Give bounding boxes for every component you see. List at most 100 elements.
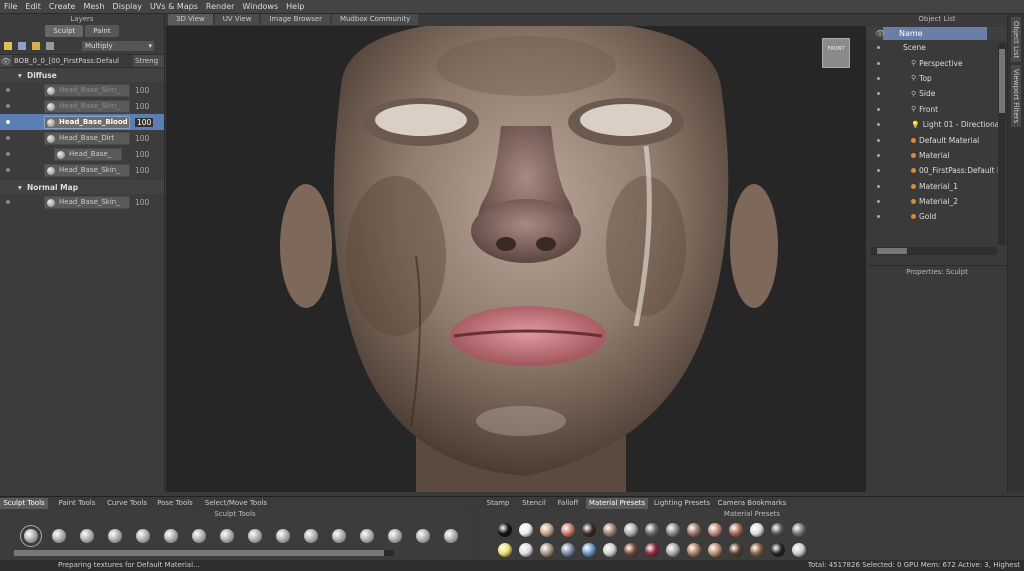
material-preset-swatch[interactable] (687, 543, 701, 557)
tab-image-browser[interactable]: Image Browser (261, 14, 330, 25)
sculpt-tool-icon[interactable] (360, 529, 374, 543)
material-preset-swatch[interactable] (729, 543, 743, 557)
menu-mesh[interactable]: Mesh (83, 2, 104, 11)
tab-3d-view[interactable]: 3D View (168, 14, 213, 25)
eye-icon[interactable]: 👁 (875, 29, 885, 38)
object-item[interactable]: Gold (867, 209, 1007, 224)
tab-select-move-tools[interactable]: Select/Move Tools (200, 498, 272, 509)
material-preset-swatch[interactable] (519, 543, 533, 557)
layer-row-selected[interactable]: Head_Base_Blood 100 (0, 114, 164, 130)
layer-strength[interactable]: 100 (135, 86, 149, 95)
name-column-header[interactable]: Name (883, 27, 987, 40)
menu-windows[interactable]: Windows (242, 2, 278, 11)
group-diffuse[interactable]: ▾ Diffuse (0, 68, 164, 82)
material-preset-swatch[interactable] (666, 543, 680, 557)
material-preset-swatch[interactable] (519, 523, 533, 537)
layer-row[interactable]: Head_Base_Dirt 100 (0, 130, 164, 146)
layer-strength[interactable]: 100 (135, 198, 149, 207)
sculpt-tool-icon[interactable] (304, 529, 318, 543)
material-preset-swatch[interactable] (498, 543, 512, 557)
material-preset-swatch[interactable] (792, 523, 806, 537)
layer-strength[interactable]: 100 (135, 150, 149, 159)
material-preset-swatch[interactable] (708, 543, 722, 557)
material-preset-swatch[interactable] (645, 523, 659, 537)
tab-sculpt-tools[interactable]: Sculpt Tools (0, 498, 48, 509)
object-item[interactable]: Scene (867, 40, 1007, 55)
menu-uvs-maps[interactable]: UVs & Maps (150, 2, 198, 11)
sculpt-tool-icon[interactable] (80, 529, 94, 543)
tab-uv-view[interactable]: UV View (214, 14, 260, 25)
tab-stencil[interactable]: Stencil (516, 498, 552, 509)
layer-strength[interactable]: 100 (135, 166, 149, 175)
material-preset-swatch[interactable] (603, 523, 617, 537)
layer-strength[interactable]: 100 (135, 117, 154, 127)
side-tab-object-list[interactable]: Object List (1011, 17, 1021, 63)
paint-layer-name[interactable]: BOB_0_0_[00_FirstPass:Defaul (12, 55, 133, 67)
object-item[interactable]: ⚲ Top (867, 71, 1007, 86)
object-list-hscrollbar[interactable] (871, 247, 997, 255)
blend-mode-dropdown[interactable]: Multiply (82, 41, 154, 51)
material-preset-swatch[interactable] (540, 543, 554, 557)
sculpt-tool-icon[interactable] (220, 529, 234, 543)
layer-row[interactable]: Head_Base_Skin_ 100 (0, 82, 164, 98)
sculpt-tool-icon[interactable] (248, 529, 262, 543)
layer-row[interactable]: Head_Base_ 100 (0, 146, 164, 162)
sculpt-tool-icon[interactable] (20, 525, 42, 547)
material-preset-swatch[interactable] (498, 523, 512, 537)
material-preset-swatch[interactable] (582, 523, 596, 537)
material-preset-swatch[interactable] (540, 523, 554, 537)
material-preset-swatch[interactable] (603, 543, 617, 557)
layer-row[interactable]: Head_Base_Skin_ 100 (0, 162, 164, 178)
material-preset-swatch[interactable] (666, 523, 680, 537)
layer-row[interactable]: Head_Base_Skin_ 100 (0, 194, 164, 210)
object-list-scrollbar[interactable] (998, 43, 1006, 245)
new-layer-icon[interactable] (4, 42, 12, 50)
tab-paint[interactable]: Paint (85, 25, 119, 37)
sculpt-tool-icon[interactable] (276, 529, 290, 543)
material-preset-swatch[interactable] (582, 543, 596, 557)
3d-viewport[interactable]: FRONT (166, 26, 866, 492)
duplicate-layer-icon[interactable] (18, 42, 26, 50)
material-preset-swatch[interactable] (645, 543, 659, 557)
object-item[interactable]: 💡 Light 01 - Directional (867, 117, 1007, 132)
layer-row[interactable]: Head_Base_Skin_ 100 (0, 98, 164, 114)
object-item[interactable]: ⚲ Side (867, 86, 1007, 101)
menu-edit[interactable]: Edit (25, 2, 41, 11)
tab-sculpt[interactable]: Sculpt (45, 25, 84, 37)
material-preset-swatch[interactable] (624, 543, 638, 557)
group-normal-map[interactable]: ▾ Normal Map (0, 180, 164, 194)
menu-file[interactable]: File (4, 2, 17, 11)
material-preset-swatch[interactable] (750, 543, 764, 557)
tab-camera-bookmarks[interactable]: Camera Bookmarks (716, 498, 788, 509)
view-cube[interactable]: FRONT (822, 38, 850, 68)
material-preset-swatch[interactable] (687, 523, 701, 537)
object-item[interactable]: Material_1 (867, 179, 1007, 194)
material-preset-swatch[interactable] (561, 523, 575, 537)
menu-create[interactable]: Create (49, 2, 76, 11)
tab-stamp[interactable]: Stamp (480, 498, 516, 509)
sculpt-tool-icon[interactable] (108, 529, 122, 543)
material-preset-swatch[interactable] (561, 543, 575, 557)
sculpt-tool-icon[interactable] (332, 529, 346, 543)
sculpt-tool-icon[interactable] (192, 529, 206, 543)
scrollbar-thumb[interactable] (999, 49, 1005, 113)
material-preset-swatch[interactable] (750, 523, 764, 537)
delete-layer-icon[interactable] (46, 42, 54, 50)
material-preset-swatch[interactable] (729, 523, 743, 537)
object-item[interactable]: Material_2 (867, 194, 1007, 209)
object-item[interactable]: ⚲ Perspective (867, 55, 1007, 70)
side-tab-viewport-filters[interactable]: Viewport Filters (1011, 65, 1021, 128)
eye-icon[interactable]: 👁 (0, 57, 12, 66)
tab-paint-tools[interactable]: Paint Tools (52, 498, 102, 509)
menu-help[interactable]: Help (286, 2, 304, 11)
sculpt-tool-icon[interactable] (52, 529, 66, 543)
menu-display[interactable]: Display (113, 2, 143, 11)
object-item[interactable]: Default Material (867, 132, 1007, 147)
material-preset-swatch[interactable] (792, 543, 806, 557)
sculpt-tool-icon[interactable] (164, 529, 178, 543)
object-item[interactable]: ⚲ Front (867, 102, 1007, 117)
object-item[interactable]: Material (867, 148, 1007, 163)
material-preset-swatch[interactable] (624, 523, 638, 537)
material-preset-swatch[interactable] (771, 523, 785, 537)
layer-strength[interactable]: 100 (135, 134, 149, 143)
